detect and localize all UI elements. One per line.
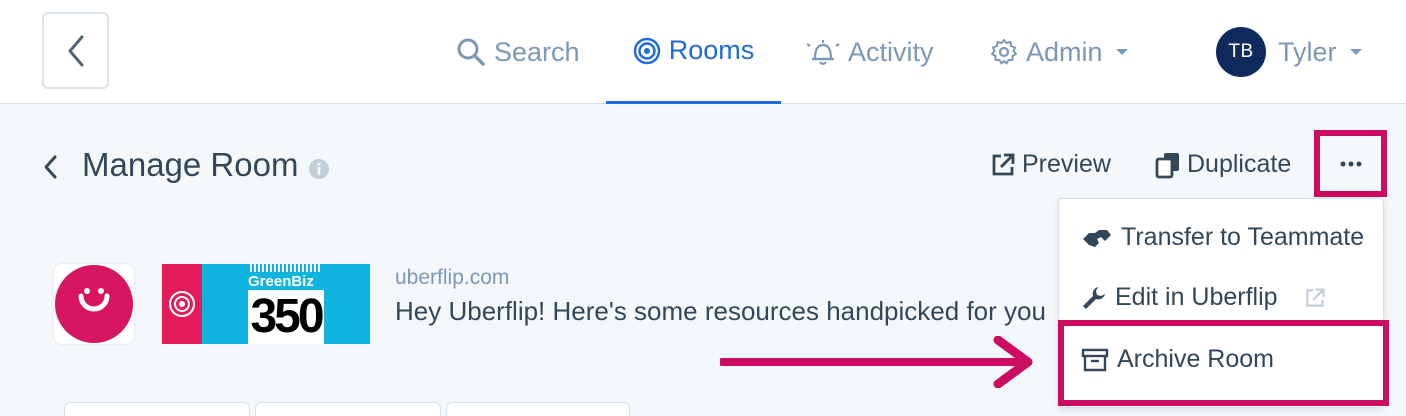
bell-icon [806, 40, 840, 65]
page-title: Manage Room [82, 146, 299, 183]
company-logo [54, 264, 134, 344]
top-nav-bar: Search Rooms Activity Admin TB Tyler [0, 0, 1406, 104]
back-button[interactable] [42, 12, 109, 89]
target-icon [169, 291, 195, 317]
caret-down-icon [1115, 49, 1128, 55]
room-welcome-message: Hey Uberflip! Here's some resources hand… [395, 296, 1046, 326]
room-domain: uberflip.com [395, 266, 510, 289]
tab[interactable] [446, 402, 630, 416]
duplicate-label: Duplicate [1187, 150, 1292, 178]
ellipsis-icon [1340, 161, 1361, 166]
wrench-icon [1083, 286, 1105, 309]
nav-admin-dropdown[interactable]: Admin [990, 0, 1129, 104]
room-banner: GreenBiz 350 [162, 264, 370, 344]
arrow-annotation-icon [720, 336, 1033, 388]
archive-highlight-box [1058, 320, 1389, 406]
tab[interactable] [64, 402, 250, 416]
caret-down-icon [1349, 49, 1362, 55]
more-options-button[interactable] [1314, 130, 1387, 197]
duplicate-button[interactable]: Duplicate [1155, 150, 1291, 179]
nav-rooms[interactable]: Rooms [606, 0, 781, 104]
preview-label: Preview [1022, 150, 1111, 178]
chevron-left-icon[interactable] [42, 154, 58, 180]
banner-brand: GreenBiz [248, 273, 314, 290]
external-link-icon [1305, 287, 1325, 307]
banner-decoration [250, 264, 322, 272]
user-menu[interactable]: TB Tyler [1216, 0, 1363, 104]
copy-icon [1155, 152, 1179, 178]
search-icon [457, 38, 485, 66]
chevron-left-icon [68, 35, 83, 66]
handshake-icon [1083, 229, 1111, 247]
menu-item-edit[interactable]: Edit in Uberflip [1081, 283, 1326, 312]
external-link-icon [992, 153, 1015, 175]
menu-item-transfer[interactable]: Transfer to Teammate [1081, 223, 1364, 252]
nav-search-label: Search [494, 36, 580, 67]
info-icon[interactable] [308, 158, 330, 180]
nav-activity[interactable]: Activity [806, 0, 934, 104]
user-name: Tyler [1278, 36, 1337, 67]
nav-activity-label: Activity [848, 36, 934, 67]
nav-admin-label: Admin [1026, 36, 1103, 67]
menu-item-label: Edit in Uberflip [1115, 283, 1278, 311]
banner-number: 350 [248, 290, 325, 344]
tab[interactable] [255, 402, 441, 416]
target-icon [633, 37, 660, 64]
menu-item-label: Transfer to Teammate [1121, 223, 1365, 251]
uberflip-logo-icon [78, 288, 110, 312]
avatar: TB [1216, 27, 1266, 77]
preview-button[interactable]: Preview [990, 150, 1111, 179]
nav-rooms-label: Rooms [668, 35, 755, 65]
gear-icon [991, 39, 1017, 65]
nav-search[interactable]: Search [456, 0, 580, 104]
